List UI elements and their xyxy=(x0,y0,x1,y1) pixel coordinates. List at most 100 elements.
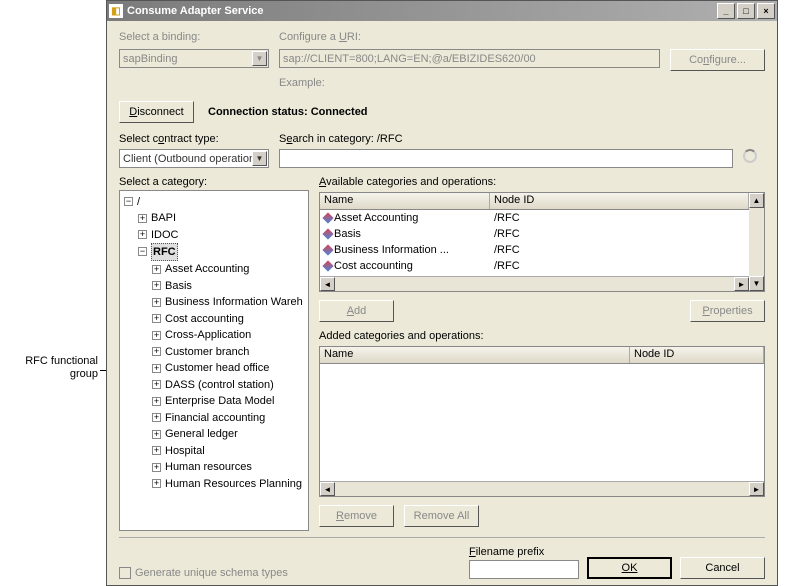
col-nodeid[interactable]: Node ID xyxy=(490,193,749,209)
tree-node[interactable]: +Basis xyxy=(152,278,192,294)
collapse-icon[interactable]: − xyxy=(124,197,133,206)
ok-button[interactable]: OK xyxy=(587,557,672,579)
uri-label: Configure a URI: xyxy=(279,31,660,43)
expand-icon[interactable]: − xyxy=(138,247,147,256)
binding-value: sapBinding xyxy=(123,53,177,65)
list-item[interactable]: Basis/RFC xyxy=(320,226,749,242)
category-icon xyxy=(322,260,333,271)
col-nodeid[interactable]: Node ID xyxy=(630,347,764,363)
added-label: Added categories and operations: xyxy=(319,330,765,342)
category-icon xyxy=(322,228,333,239)
contract-value: Client (Outbound operations) xyxy=(123,153,264,165)
minimize-button[interactable]: _ xyxy=(717,3,735,19)
search-label: Search in category: /RFC xyxy=(279,133,733,145)
scroll-right-icon[interactable]: ► xyxy=(749,482,764,496)
scroll-down-icon[interactable]: ▼ xyxy=(749,276,764,291)
chevron-down-icon[interactable]: ▼ xyxy=(252,151,267,166)
generate-schema-checkbox: Generate unique schema types xyxy=(119,567,461,579)
expand-icon[interactable]: + xyxy=(152,397,161,406)
disconnect-button[interactable]: Disconnect xyxy=(119,101,194,123)
list-item[interactable]: Business Information .../RFC xyxy=(320,242,749,258)
scroll-right-icon[interactable]: ► xyxy=(734,277,749,291)
search-input[interactable] xyxy=(279,149,733,168)
expand-icon[interactable]: + xyxy=(152,430,161,439)
category-icon xyxy=(322,212,333,223)
v-scrollbar[interactable]: ▲ ▼ xyxy=(749,193,764,291)
expand-icon[interactable]: + xyxy=(152,479,161,488)
client-area: Select a binding: Configure a URI: sapBi… xyxy=(107,21,777,585)
tree-node[interactable]: +General ledger xyxy=(152,426,238,442)
list-item[interactable]: Asset Accounting/RFC xyxy=(320,210,749,226)
maximize-button[interactable]: □ xyxy=(737,3,755,19)
tree-node[interactable]: +Hospital xyxy=(152,443,205,459)
tree-node[interactable]: +Enterprise Data Model xyxy=(152,393,274,409)
h-scrollbar[interactable]: ◄ ► xyxy=(320,276,749,291)
expand-icon[interactable]: + xyxy=(152,298,161,307)
expand-icon[interactable]: + xyxy=(152,314,161,323)
checkbox-icon xyxy=(119,567,131,579)
col-name[interactable]: Name xyxy=(320,193,490,209)
window-title: Consume Adapter Service xyxy=(127,5,715,17)
filename-prefix-input[interactable] xyxy=(469,560,579,579)
tree-root-node[interactable]: −/ xyxy=(124,194,140,210)
contract-combo[interactable]: Client (Outbound operations) ▼ xyxy=(119,149,269,168)
category-icon xyxy=(322,244,333,255)
h-scrollbar[interactable]: ◄ ► xyxy=(320,481,764,496)
expand-icon[interactable]: + xyxy=(152,281,161,290)
added-header[interactable]: Name Node ID xyxy=(320,347,764,364)
expand-icon[interactable]: + xyxy=(138,214,147,223)
tree-node[interactable]: −RFC xyxy=(138,243,178,261)
scroll-up-icon[interactable]: ▲ xyxy=(749,193,764,208)
binding-combo: sapBinding ▼ xyxy=(119,49,269,68)
tree-node[interactable]: +BAPI xyxy=(138,210,176,226)
scroll-left-icon[interactable]: ◄ xyxy=(320,482,335,496)
category-label: Select a category: xyxy=(119,176,309,188)
configure-button: Configure... xyxy=(670,49,765,71)
titlebar[interactable]: ◧ Consume Adapter Service _ □ × xyxy=(107,1,777,21)
contract-label: Select contract type: xyxy=(119,133,269,145)
tree-node[interactable]: +IDOC xyxy=(138,227,179,243)
example-label: Example: xyxy=(279,77,660,89)
added-listview[interactable]: Name Node ID ◄ ► xyxy=(319,346,765,497)
binding-label: Select a binding: xyxy=(119,31,269,43)
expand-icon[interactable]: + xyxy=(152,347,161,356)
available-header[interactable]: Name Node ID xyxy=(320,193,749,210)
expand-icon[interactable]: + xyxy=(152,463,161,472)
expand-icon[interactable]: + xyxy=(152,364,161,373)
close-button[interactable]: × xyxy=(757,3,775,19)
remove-all-button[interactable]: Remove All xyxy=(404,505,479,527)
tree-node[interactable]: +Business Information Wareh xyxy=(152,294,303,310)
expand-icon[interactable]: + xyxy=(152,413,161,422)
list-item[interactable]: Cost accounting/RFC xyxy=(320,258,749,274)
dialog-window: ◧ Consume Adapter Service _ □ × Select a… xyxy=(106,0,778,586)
tree-node[interactable]: +Human Resources Planning xyxy=(152,476,302,492)
remove-button[interactable]: Remove xyxy=(319,505,394,527)
tree-node[interactable]: +Customer head office xyxy=(152,360,269,376)
available-listview[interactable]: Name Node ID Asset Accounting/RFCBasis/R… xyxy=(319,192,765,292)
category-tree[interactable]: −/+BAPI+IDOC−RFC+Asset Accounting+Basis+… xyxy=(119,190,309,531)
filename-prefix-label: Filename prefix xyxy=(469,546,579,558)
col-name[interactable]: Name xyxy=(320,347,630,363)
tree-node[interactable]: +Human resources xyxy=(152,459,252,475)
tree-node[interactable]: +Cross-Application xyxy=(152,327,251,343)
app-icon: ◧ xyxy=(109,4,123,18)
expand-icon[interactable]: + xyxy=(138,230,147,239)
annotation-label: RFC functional group xyxy=(8,355,98,381)
add-button[interactable]: Add xyxy=(319,300,394,322)
properties-button[interactable]: Properties xyxy=(690,300,765,322)
scroll-left-icon[interactable]: ◄ xyxy=(320,277,335,291)
expand-icon[interactable]: + xyxy=(152,265,161,274)
tree-node[interactable]: +DASS (control station) xyxy=(152,377,274,393)
expand-icon[interactable]: + xyxy=(152,331,161,340)
tree-node[interactable]: +Customer branch xyxy=(152,344,249,360)
tree-node[interactable]: +Cost accounting xyxy=(152,311,244,327)
expand-icon[interactable]: + xyxy=(152,446,161,455)
search-spinner-icon xyxy=(743,149,757,163)
cancel-button[interactable]: Cancel xyxy=(680,557,765,579)
available-label: Available categories and operations: xyxy=(319,176,765,188)
tree-node[interactable]: +Asset Accounting xyxy=(152,261,249,277)
tree-node[interactable]: +Financial accounting xyxy=(152,410,265,426)
uri-textbox: sap://CLIENT=800;LANG=EN;@a/EBIZIDES620/… xyxy=(279,49,660,68)
connection-status: Connection status: Connected xyxy=(208,106,368,118)
expand-icon[interactable]: + xyxy=(152,380,161,389)
